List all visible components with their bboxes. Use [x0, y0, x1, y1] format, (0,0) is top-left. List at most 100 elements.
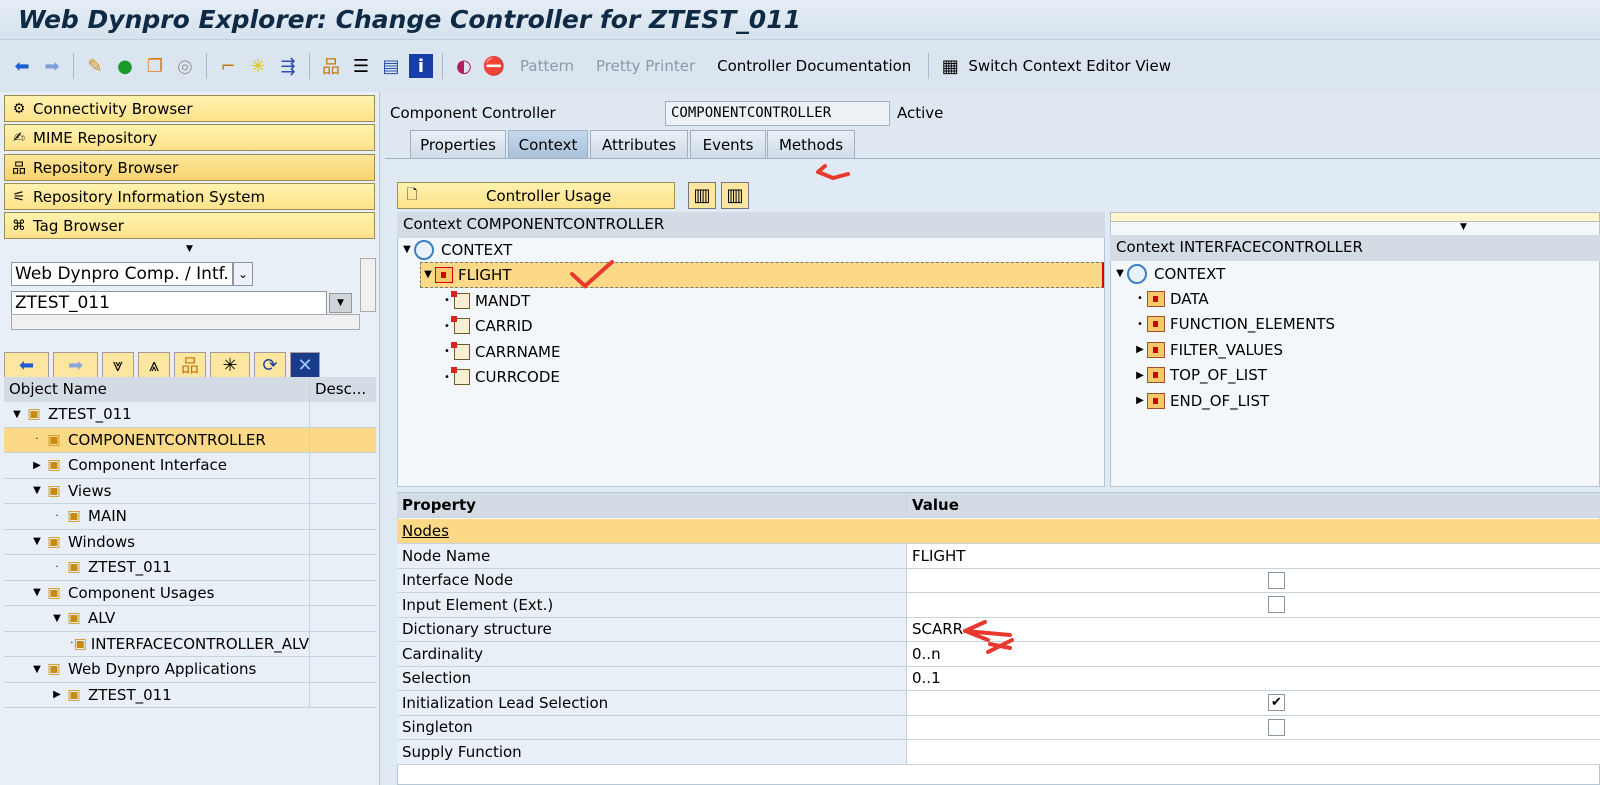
- expander-icon[interactable]: ▼: [400, 244, 414, 255]
- mime-repository-button[interactable]: ✍ MIME Repository: [4, 124, 375, 151]
- interface-context-node[interactable]: ▶ FILTER_VALUES: [1133, 337, 1283, 363]
- expander-icon[interactable]: ▼: [10, 409, 24, 420]
- checkbox[interactable]: [1268, 718, 1285, 736]
- context-attribute[interactable]: • CARRID: [440, 314, 533, 340]
- hierarchy-icon[interactable]: 品: [174, 352, 206, 378]
- property-value[interactable]: 0..1: [912, 669, 941, 687]
- expander-icon[interactable]: ▼: [30, 485, 44, 496]
- controller-usage-button[interactable]: 🗋 Controller Usage: [397, 182, 675, 209]
- object-tree-icon[interactable]: 品: [319, 54, 343, 78]
- chevron-down-icon[interactable]: ⌄: [233, 262, 253, 286]
- tree-row[interactable]: · ▣ MAIN: [4, 504, 376, 530]
- bullet-icon: •: [444, 320, 450, 332]
- context-attribute[interactable]: • CURRCODE: [440, 365, 560, 391]
- expander-icon[interactable]: ▼: [50, 613, 64, 624]
- dropdown-button[interactable]: ▼: [329, 293, 352, 313]
- stack-icon[interactable]: ☰: [349, 54, 373, 78]
- expander-icon[interactable]: ▶: [1133, 344, 1147, 355]
- tree-row[interactable]: ▼ ▣ ALV: [4, 606, 376, 632]
- checkbox[interactable]: ✔: [1268, 694, 1285, 711]
- horizontal-scrollbar[interactable]: [11, 314, 360, 330]
- tab-methods[interactable]: Methods: [767, 130, 855, 158]
- section-nodes[interactable]: Nodes: [397, 519, 449, 543]
- switch-context-editor-view-button[interactable]: Switch Context Editor View: [968, 57, 1179, 75]
- layout-icon[interactable]: ▤: [379, 54, 403, 78]
- hierarchy-up-icon[interactable]: ⌐: [216, 54, 240, 78]
- tree-row[interactable]: ▼ ▣ Windows: [4, 529, 376, 555]
- tab-properties[interactable]: Properties: [410, 130, 506, 158]
- tree-row[interactable]: ▼ ▣ ZTEST_011: [4, 402, 376, 428]
- interface-context-node[interactable]: ▶ TOP_OF_LIST: [1133, 363, 1267, 389]
- context-attribute[interactable]: • CARRNAME: [440, 339, 560, 365]
- back-arrow-icon[interactable]: ⬅: [10, 54, 34, 78]
- expander-icon[interactable]: ▶: [30, 460, 44, 471]
- tab-events[interactable]: Events: [690, 130, 766, 158]
- tree-row[interactable]: ▶ ▣ Component Interface: [4, 453, 376, 479]
- expander-icon[interactable]: ▼: [1113, 268, 1127, 279]
- repository-browser-button[interactable]: 品 Repository Browser: [4, 154, 375, 181]
- save-icon[interactable]: ▥: [688, 182, 716, 209]
- display-object-icon[interactable]: ✳: [210, 352, 250, 378]
- tree-row[interactable]: · ▣ INTERFACECONTROLLER_ALV: [4, 631, 376, 657]
- expander-icon[interactable]: ▼: [30, 664, 44, 675]
- tree-row[interactable]: ▼ ▣ Component Usages: [4, 580, 376, 606]
- forward-arrow-icon[interactable]: ➡: [40, 54, 64, 78]
- tag-browser-button[interactable]: ⌘ Tag Browser: [4, 212, 375, 239]
- checkbox[interactable]: [1268, 596, 1285, 613]
- edit-pencil-icon[interactable]: ✎: [83, 54, 107, 78]
- pattern-button[interactable]: Pattern: [512, 57, 582, 75]
- context-root[interactable]: ▼ CONTEXT: [400, 237, 512, 263]
- dropdown-arrow-icon[interactable]: ▼: [1460, 222, 1467, 232]
- context-attribute[interactable]: • MANDT: [440, 288, 530, 314]
- expand-all-icon[interactable]: ⩔: [102, 352, 134, 378]
- navigate-icon[interactable]: ⇶: [276, 54, 300, 78]
- where-used-icon[interactable]: ◎: [173, 54, 197, 78]
- expander-icon[interactable]: ▼: [30, 587, 44, 598]
- tree-row[interactable]: ▶ ▣ ZTEST_011: [4, 682, 376, 708]
- switch-view-icon[interactable]: ▦: [938, 54, 962, 78]
- expander-icon[interactable]: ▶: [1133, 370, 1147, 381]
- bullet-icon: ·: [35, 434, 39, 446]
- object-type-select[interactable]: Web Dynpro Comp. / Intf.: [11, 262, 233, 286]
- find-icon[interactable]: ▥: [721, 182, 749, 209]
- forward-arrow-icon[interactable]: ➡: [53, 352, 98, 378]
- checkbox[interactable]: [1268, 571, 1285, 589]
- controller-documentation-button[interactable]: Controller Documentation: [709, 57, 919, 75]
- tree-row[interactable]: ▼ ▣ Views: [4, 478, 376, 504]
- tab-context[interactable]: Context: [508, 130, 588, 158]
- activate-icon[interactable]: ●: [113, 54, 137, 78]
- back-arrow-icon[interactable]: ⬅: [4, 352, 49, 378]
- expander-icon[interactable]: ▼: [421, 269, 435, 280]
- object-name-input[interactable]: ZTEST_011: [11, 291, 327, 315]
- test-icon[interactable]: ◐: [452, 54, 476, 78]
- expander-icon[interactable]: ▼: [30, 536, 44, 547]
- refresh-icon[interactable]: ⟳: [254, 352, 286, 378]
- tree-row[interactable]: ▼ ▣ Web Dynpro Applications: [4, 657, 376, 683]
- tree-row[interactable]: · ▣ ZTEST_011: [4, 555, 376, 581]
- context-node-flight[interactable]: ▼ FLIGHT: [420, 262, 1104, 288]
- collapse-arrow-icon[interactable]: ▼: [186, 244, 193, 254]
- copy-icon[interactable]: ❐: [143, 54, 167, 78]
- connectivity-browser-button[interactable]: ⚙ Connectivity Browser: [4, 95, 375, 122]
- vertical-scrollbar[interactable]: [360, 258, 376, 312]
- interface-context-node[interactable]: • DATA: [1133, 286, 1209, 312]
- expander-icon[interactable]: ▶: [1133, 395, 1147, 406]
- column-object-name[interactable]: Object Name: [4, 377, 310, 402]
- collapse-all-icon[interactable]: ⩓: [138, 352, 170, 378]
- interface-context-node[interactable]: • FUNCTION_ELEMENTS: [1133, 312, 1335, 338]
- close-icon[interactable]: ✕: [290, 352, 320, 378]
- property-value[interactable]: 0..n: [912, 645, 941, 663]
- interface-context-root[interactable]: ▼ CONTEXT: [1113, 261, 1225, 287]
- tree-row[interactable]: · ▣ COMPONENTCONTROLLER: [4, 427, 376, 453]
- wand-icon[interactable]: ✳: [246, 54, 270, 78]
- property-value[interactable]: SCARR: [912, 620, 963, 638]
- repository-information-system-button[interactable]: ⚟ Repository Information System: [4, 183, 375, 210]
- column-description[interactable]: Desc...: [310, 377, 376, 402]
- pretty-printer-button[interactable]: Pretty Printer: [588, 57, 703, 75]
- stop-icon[interactable]: ⛔: [482, 54, 506, 78]
- interface-context-node[interactable]: ▶ END_OF_LIST: [1133, 388, 1269, 414]
- expander-icon[interactable]: ▶: [50, 689, 64, 700]
- info-icon[interactable]: i: [409, 54, 433, 78]
- property-value[interactable]: FLIGHT: [912, 547, 965, 565]
- tab-attributes[interactable]: Attributes: [590, 130, 688, 158]
